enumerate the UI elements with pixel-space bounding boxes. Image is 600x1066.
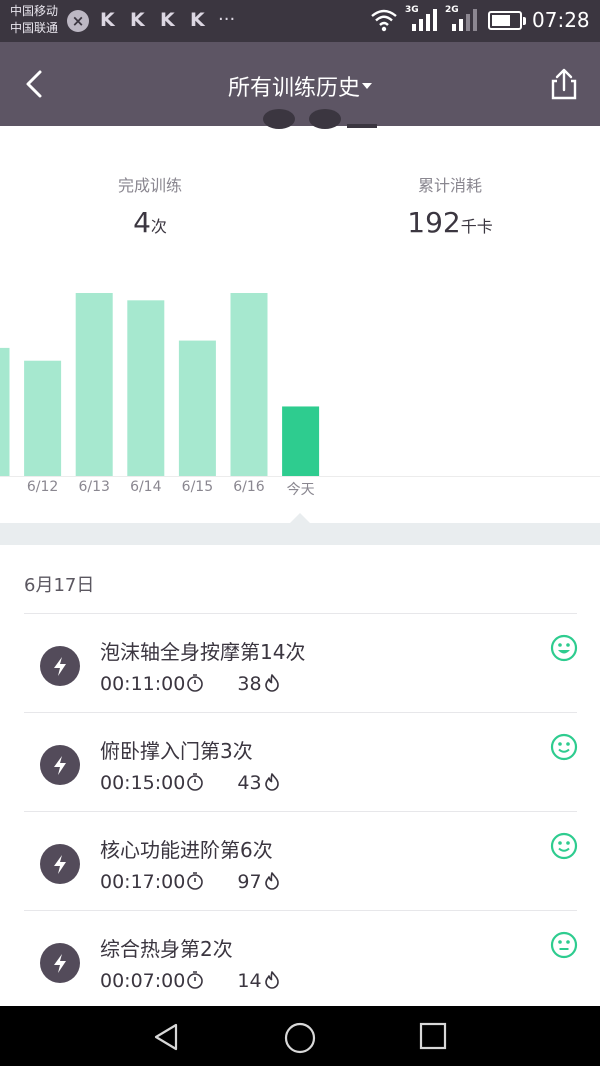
chart-x-tick-label: 6/15 — [181, 479, 214, 495]
training-badge — [40, 844, 80, 884]
battery-icon — [488, 11, 526, 30]
notification-k-icon: K — [100, 9, 115, 31]
workout-calories: 38 — [237, 673, 262, 695]
smile-icon — [550, 931, 578, 959]
notification-k-icon: K — [160, 9, 175, 31]
carrier-2: 中国联通 — [10, 21, 59, 35]
workout-title: 泡沫轴全身按摩第14次 — [100, 640, 306, 664]
chart-bar[interactable] — [75, 293, 113, 476]
chart-bar[interactable] — [230, 293, 268, 476]
smile-icon — [550, 832, 578, 860]
workout-title: 综合热身第2次 — [100, 937, 233, 961]
no-sim-icon: × — [67, 10, 89, 32]
app-root: 中国移动 中国联通 × K K K K ··· 3G 2G 07:28 所有训练… — [0, 0, 600, 1066]
home-circle-icon[interactable] — [283, 1021, 317, 1055]
list-item[interactable]: 泡沫轴全身按摩第14次 00:11:00 38 — [0, 614, 600, 712]
stopwatch-icon — [187, 871, 204, 890]
calories-value: 192 — [407, 206, 461, 239]
workout-calories: 14 — [237, 970, 262, 992]
workout-meta: 00:15:00 43 — [100, 772, 282, 794]
list-item[interactable]: 核心功能进阶第6次 00:17:00 97 — [0, 812, 600, 910]
workout-duration: 00:07:00 — [100, 970, 186, 992]
workout-title: 俯卧撑入门第3次 — [100, 739, 253, 763]
stopwatch-icon — [187, 772, 204, 791]
scrolled-summary-fragment — [263, 109, 377, 129]
chart-x-tick-label: 今天 — [286, 482, 315, 498]
chart-bar[interactable] — [127, 300, 165, 476]
chart-bar[interactable] — [0, 347, 10, 476]
completed-value: 4 — [133, 206, 151, 239]
chart-x-tick-label: 1 — [0, 479, 16, 495]
chart-baseline — [0, 476, 600, 477]
completed-label: 完成训练 — [117, 176, 182, 195]
lightning-icon — [54, 855, 66, 874]
smile-icon — [550, 634, 578, 662]
notification-k-icon: K — [130, 9, 145, 31]
share-button[interactable] — [546, 66, 582, 102]
stopwatch-icon — [187, 673, 204, 692]
workout-calories: 43 — [237, 772, 262, 794]
workout-meta: 00:07:00 14 — [100, 970, 282, 992]
chart-x-tick-label: 6/13 — [78, 479, 110, 495]
workout-meta: 00:17:00 97 — [100, 871, 282, 893]
chart-x-tick-label: 6/14 — [130, 479, 162, 495]
flame-icon — [264, 772, 279, 791]
flame-icon — [264, 673, 279, 692]
list-item[interactable]: 综合热身第2次 00:07:00 14 — [0, 911, 600, 1009]
chart-bar[interactable] — [282, 406, 320, 476]
chart-x-tick-label: 6/16 — [233, 479, 265, 495]
signal-icon — [412, 9, 437, 31]
workout-duration: 00:15:00 — [100, 772, 186, 794]
chart-x-tick-label: 6/12 — [26, 479, 59, 495]
lightning-icon — [54, 756, 66, 775]
completed-workouts-stat: 完成训练 4次 — [0, 172, 300, 239]
lightning-icon — [54, 657, 66, 676]
flame-icon — [264, 871, 279, 890]
back-triangle-icon[interactable] — [150, 1021, 182, 1053]
training-badge — [40, 745, 80, 785]
workout-title: 核心功能进阶第6次 — [100, 838, 273, 862]
stopwatch-icon — [187, 970, 204, 989]
training-badge — [40, 646, 80, 686]
lightning-icon — [54, 954, 66, 973]
notification-k-icon: K — [190, 9, 205, 31]
workout-calories: 97 — [237, 871, 262, 893]
status-bar: 中国移动 中国联通 × K K K K ··· 3G 2G 07:28 — [0, 0, 600, 42]
chart-bar[interactable] — [178, 340, 216, 476]
section-divider — [0, 523, 600, 545]
total-calories-stat: 累计消耗 192千卡 — [300, 172, 600, 239]
calories-label: 累计消耗 — [417, 176, 482, 195]
signal-icon — [452, 9, 477, 31]
recent-apps-square-icon[interactable] — [418, 1021, 448, 1051]
workout-duration: 00:17:00 — [100, 871, 186, 893]
training-badge — [40, 943, 80, 983]
caret-down-icon — [362, 83, 372, 89]
carrier-info: 中国移动 中国联通 — [10, 3, 58, 37]
clock: 07:28 — [532, 8, 590, 32]
carrier-1: 中国移动 — [10, 4, 59, 18]
more-notifications-icon: ··· — [218, 9, 236, 30]
chart-bar[interactable] — [24, 360, 62, 476]
date-header: 6月17日 — [24, 575, 95, 596]
wifi-icon — [371, 9, 397, 32]
system-navigation-bar — [0, 1006, 600, 1066]
workout-duration: 00:11:00 — [100, 673, 186, 695]
smile-icon — [550, 733, 578, 761]
calories-unit: 千卡 — [460, 217, 493, 236]
flame-icon — [264, 970, 279, 989]
workout-meta: 00:11:00 38 — [100, 673, 282, 695]
completed-unit: 次 — [150, 217, 167, 236]
list-item[interactable]: 俯卧撑入门第3次 00:15:00 43 — [0, 713, 600, 811]
